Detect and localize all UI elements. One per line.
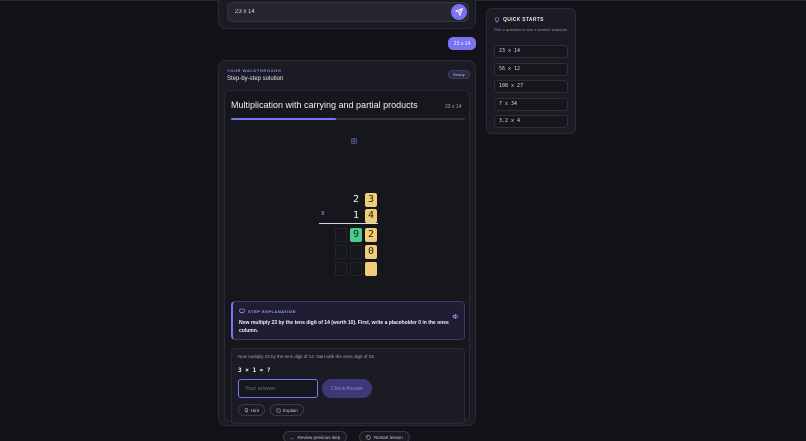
progress-fill	[231, 118, 337, 120]
explain-label: Explain	[283, 407, 298, 413]
step-explanation: STEP EXPLANATION Now multiply 23 by the …	[231, 301, 465, 340]
explain-button[interactable]: Explain	[270, 404, 304, 416]
quick-starts-card: QUICK STARTS Pick a question to see a wo…	[486, 8, 576, 134]
walkthrough-eyebrow: YOUR WALKTHROUGH	[227, 68, 282, 73]
explanation-header: STEP EXPLANATION	[239, 308, 296, 314]
explanation-text: Now multiply 23 by the tens digit of 14 …	[239, 320, 449, 334]
send-icon	[455, 8, 463, 16]
lightbulb-icon	[495, 17, 499, 23]
partial-product-1-ones: 2	[365, 228, 377, 242]
question-box: Now multiply 23 by the tens digit of 14:…	[231, 348, 465, 424]
explanation-heading: STEP EXPLANATION	[248, 308, 296, 314]
status-badge: Ready	[448, 70, 470, 79]
lesson-problem: 23 x 14	[445, 104, 462, 110]
book-icon	[276, 408, 281, 412]
carry-digit: 1	[351, 138, 357, 144]
multiplier-tens-digit: 1	[352, 210, 360, 221]
check-answer-button[interactable]: Check Answer	[322, 379, 372, 398]
chat-input[interactable]	[227, 2, 469, 22]
quick-starts-subtitle: Pick a question to see a worked example.	[494, 27, 568, 32]
arrow-left-icon: ←	[290, 434, 295, 440]
quick-start-item[interactable]: 7 x 34	[494, 98, 568, 111]
lesson-title: Multiplication with carrying and partial…	[231, 100, 418, 110]
partial-product-2-ones: 0	[365, 245, 377, 259]
review-label: Review previous step	[297, 434, 341, 440]
chat-bubble-icon	[239, 308, 245, 314]
quick-start-item[interactable]: 108 x 27	[494, 80, 568, 93]
partial-product-1-tens: 9	[350, 228, 362, 242]
multiplication-line	[319, 223, 378, 224]
chat-input-card	[218, 0, 476, 29]
quick-starts-header: QUICK STARTS	[494, 17, 544, 23]
walkthrough-title: Step-by-step solution	[227, 76, 284, 82]
question-instruction: Now multiply 23 by the tens digit of 14:…	[238, 354, 375, 359]
restart-icon	[366, 434, 371, 440]
hint-label: Hint	[251, 407, 260, 413]
quick-start-item[interactable]: 56 x 12	[494, 63, 568, 76]
active-digit-cell	[365, 262, 377, 276]
empty-digit-cell	[335, 262, 347, 276]
multiplicand-ones-digit: 3	[365, 193, 377, 207]
multiplier-ones-digit: 4	[365, 209, 377, 223]
quick-start-item[interactable]: 23 x 14	[494, 45, 568, 58]
restart-label: Restart lesson	[374, 434, 403, 440]
hint-button[interactable]: Hint	[238, 404, 266, 416]
quick-starts-heading: QUICK STARTS	[503, 17, 544, 23]
progress-bar	[231, 118, 465, 120]
quick-start-item[interactable]: 3.2 x 4	[494, 115, 568, 128]
empty-digit-cell	[335, 245, 347, 259]
times-sign: x	[321, 210, 325, 217]
restart-lesson-button[interactable]: Restart lesson	[359, 431, 410, 441]
lesson-panel: Multiplication with carrying and partial…	[224, 90, 470, 441]
lightbulb-icon	[244, 407, 249, 413]
walkthrough-card: YOUR WALKTHROUGH Step-by-step solution R…	[218, 60, 476, 441]
empty-digit-cell	[350, 262, 362, 276]
review-previous-step-button[interactable]: ← Review previous step	[283, 431, 348, 441]
send-button[interactable]	[451, 4, 467, 20]
empty-digit-cell	[335, 228, 347, 242]
multiplicand-tens-digit: 2	[352, 194, 360, 205]
user-message-bubble: 23 x 14	[448, 37, 476, 50]
question-equation: 3 × 1 = ?	[238, 367, 271, 374]
answer-input[interactable]	[238, 379, 318, 398]
empty-digit-cell	[350, 245, 362, 259]
